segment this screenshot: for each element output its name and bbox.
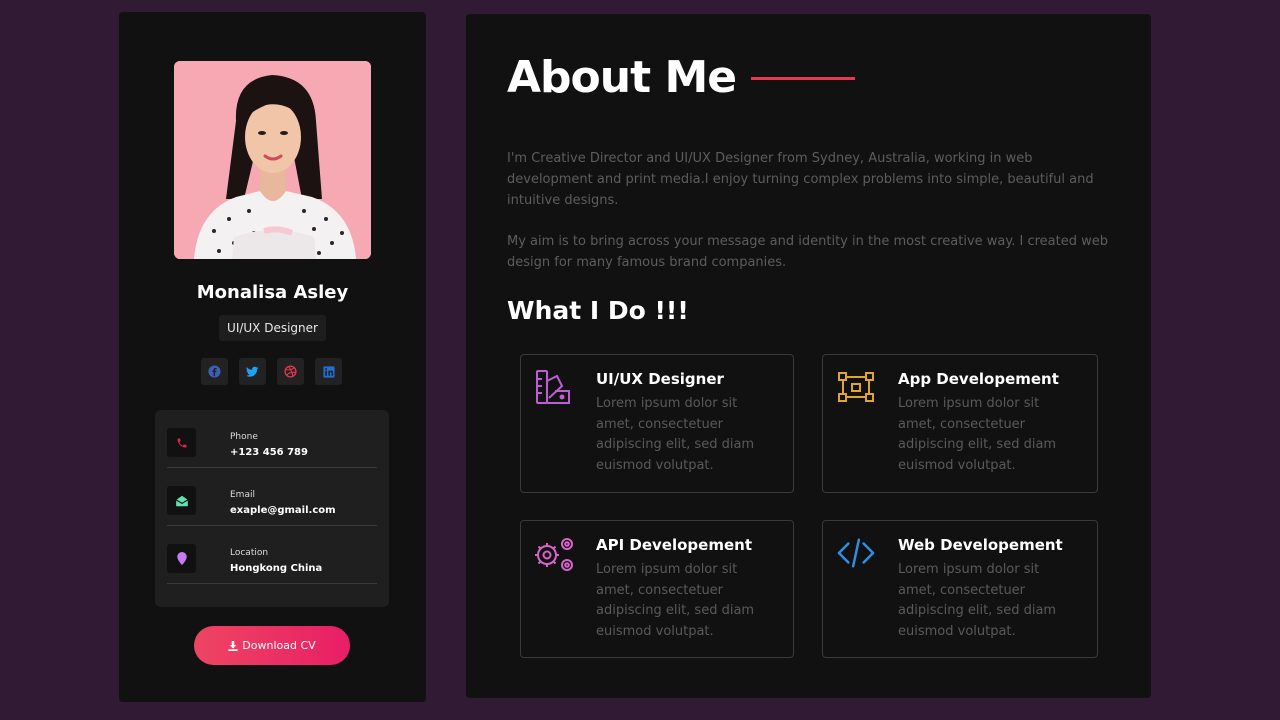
service-description: Lorem ipsum dolor sit amet, consectetuer… xyxy=(596,562,755,639)
about-card: About Me I'm Creative Director and UI/UX… xyxy=(466,14,1151,698)
contact-info-panel: Phone +123 456 789 Email exaple@gmail.co… xyxy=(155,410,389,607)
code-icon xyxy=(837,538,875,568)
facebook-icon[interactable] xyxy=(201,358,228,385)
profile-name: Monalisa Asley xyxy=(196,282,349,303)
page-title: About Me xyxy=(507,52,737,103)
email-address[interactable]: exaple@gmail.com xyxy=(230,505,336,516)
phone-icon xyxy=(167,428,196,457)
contact-label: Phone xyxy=(230,432,258,442)
service-description: Lorem ipsum dolor sit amet, consectetuer… xyxy=(898,396,1057,473)
phone-number[interactable]: +123 456 789 xyxy=(230,447,308,458)
service-card-uiux[interactable]: UI/UX Designer Lorem ipsum dolor sit ame… xyxy=(520,354,794,493)
twitter-icon[interactable] xyxy=(239,358,266,385)
profile-role-badge: UI/UX Designer xyxy=(219,315,326,341)
about-paragraph: My aim is to bring across your message a… xyxy=(507,234,1108,270)
envelope-icon xyxy=(167,486,196,515)
contact-label: Location xyxy=(230,548,269,558)
service-description: Lorem ipsum dolor sit amet, consectetuer… xyxy=(898,562,1057,639)
social-links xyxy=(201,358,342,385)
download-cv-label: Download CV xyxy=(242,639,316,652)
download-cv-button[interactable]: Download CV xyxy=(194,626,350,665)
service-title: UI/UX Designer xyxy=(596,370,724,388)
service-title: App Developement xyxy=(898,370,1059,388)
service-title: API Developement xyxy=(596,536,752,554)
service-description: Lorem ipsum dolor sit amet, consectetuer… xyxy=(596,396,755,473)
design-tools-icon xyxy=(536,370,570,404)
service-card-app[interactable]: App Developement Lorem ipsum dolor sit a… xyxy=(822,354,1098,493)
contact-row-location: Location Hongkong China xyxy=(167,526,377,584)
linkedin-icon[interactable] xyxy=(315,358,342,385)
about-paragraph: I'm Creative Director and UI/UX Designer… xyxy=(507,151,1094,208)
vector-nodes-icon xyxy=(838,372,874,402)
contact-label: Email xyxy=(230,490,255,500)
profile-card: Monalisa Asley UI/UX Designer Phone +123… xyxy=(119,12,426,702)
section-title: What I Do !!! xyxy=(507,296,689,325)
contact-row-phone: Phone +123 456 789 xyxy=(167,410,377,468)
service-card-api[interactable]: API Developement Lorem ipsum dolor sit a… xyxy=(520,520,794,658)
service-title: Web Developement xyxy=(898,536,1063,554)
contact-row-email: Email exaple@gmail.com xyxy=(167,468,377,526)
service-card-web[interactable]: Web Developement Lorem ipsum dolor sit a… xyxy=(822,520,1098,658)
location-value: Hongkong China xyxy=(230,563,323,574)
profile-photo xyxy=(174,61,371,259)
location-pin-icon xyxy=(167,544,196,573)
gears-icon xyxy=(535,538,573,571)
dribbble-icon[interactable] xyxy=(277,358,304,385)
title-underline xyxy=(751,77,855,80)
download-icon xyxy=(228,640,238,651)
